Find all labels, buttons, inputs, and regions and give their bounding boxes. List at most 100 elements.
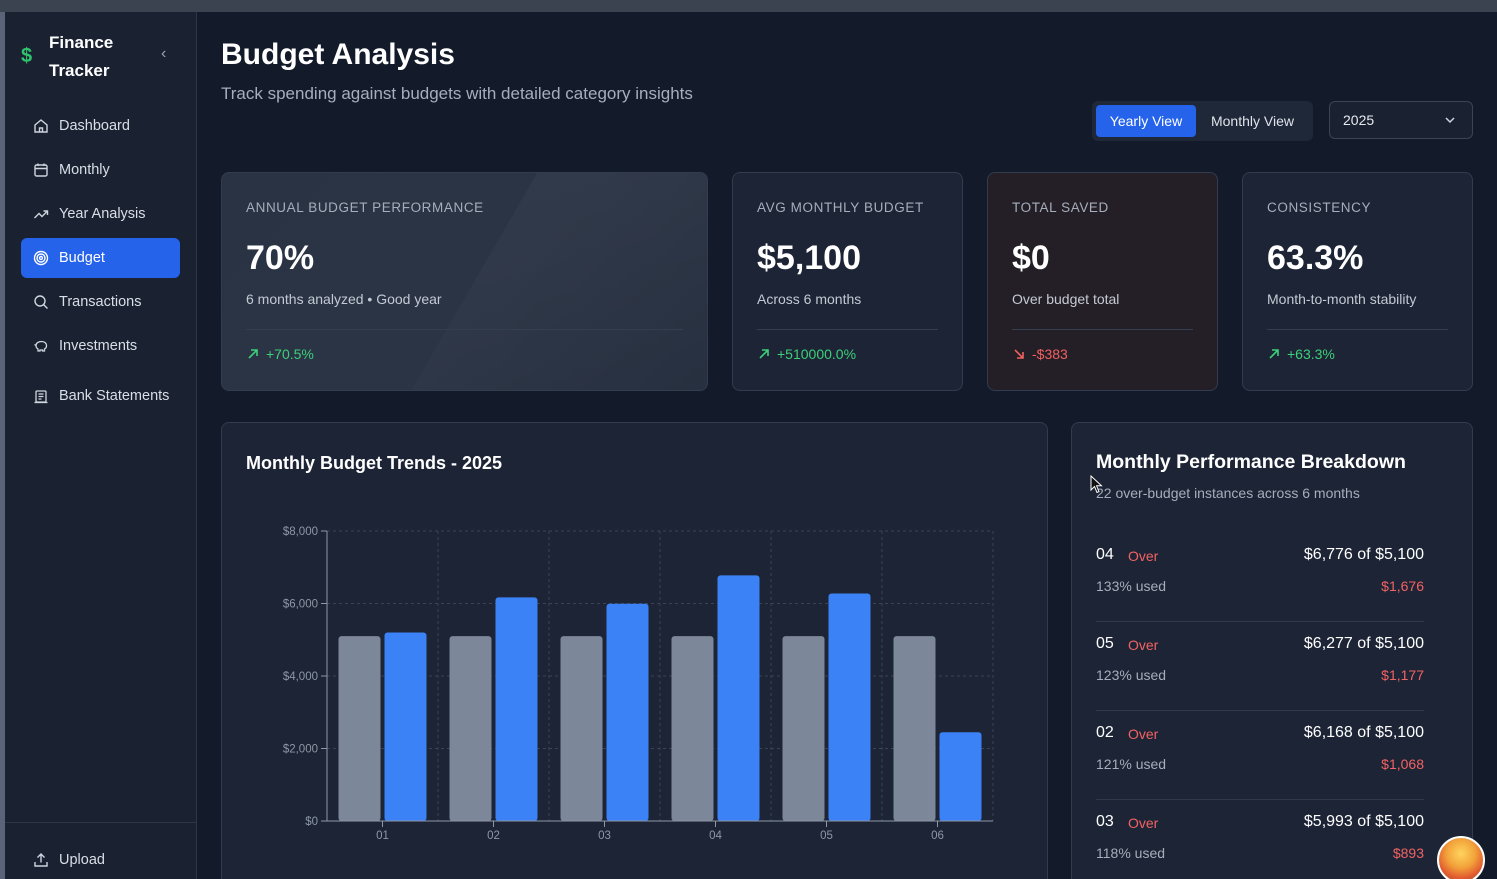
chevron-down-icon [1445, 117, 1455, 124]
sidebar-item-label: Year Analysis [59, 206, 146, 222]
card-divider [1267, 329, 1448, 330]
row-month: 02 [1096, 724, 1114, 741]
bar-series-2-04 [717, 575, 760, 821]
row-month: 05 [1096, 635, 1114, 652]
sidebar-item-investments[interactable]: Investments [21, 326, 180, 366]
row-over-amount: $893 [1392, 845, 1424, 861]
row-month: 04 [1096, 546, 1114, 563]
brand: $ Finance Tracker ‹ [21, 29, 191, 87]
annual-performance-card: Annual Budget Performance 70% 6 months a… [221, 172, 708, 391]
monthly-budget-trends-panel: Monthly Budget Trends - 2025 $0 $2,000 $4,… [221, 422, 1048, 879]
card-trend: +63.3% [1267, 346, 1335, 362]
calendar-icon [34, 163, 48, 177]
assistant-avatar-button[interactable] [1437, 836, 1485, 879]
sidebar-nav: Dashboard Monthly Year Analysis Budget T… [21, 106, 180, 426]
list-item[interactable]: 03 Over $5,993 of $5,100 118% used $893 [1096, 800, 1424, 879]
card-trend-value: +510000.0% [777, 346, 857, 362]
card-trend-value: +70.5% [266, 346, 314, 362]
bar-series-2-06 [939, 732, 982, 821]
home-icon [34, 119, 48, 133]
sidebar-item-upload[interactable]: Upload [21, 840, 180, 879]
year-select[interactable]: 2025 [1329, 101, 1473, 139]
row-amount: $5,993 of $5,100 [1303, 813, 1424, 830]
sidebar-item-year-analysis[interactable]: Year Analysis [21, 194, 180, 234]
card-label: Total Saved [1012, 200, 1109, 215]
card-value: $0 [1012, 239, 1050, 277]
card-subtext: Across 6 months [757, 291, 862, 307]
chart-title: Monthly Budget Trends - 2025 [246, 453, 503, 473]
sidebar: $ Finance Tracker ‹ Dashboard Monthly Ye… [5, 12, 197, 879]
x-tick-label: 04 [709, 830, 722, 842]
arrow-up-right-icon [248, 349, 258, 359]
target-icon [33, 250, 49, 266]
list-item[interactable]: 05 Over $6,277 of $5,100 123% used $1,17… [1096, 622, 1424, 711]
bar-series-1-01 [338, 636, 381, 821]
arrow-down-right-icon [1014, 349, 1024, 359]
card-trend: -$383 [1012, 346, 1068, 362]
piggy-bank-icon [34, 340, 48, 352]
total-saved-card: Total Saved $0 Over budget total -$383 [987, 172, 1218, 391]
upload-icon [34, 853, 48, 867]
card-subtext: Month-to-month stability [1267, 291, 1417, 307]
x-tick-label: 01 [376, 830, 389, 842]
row-percent-used: 121% used [1096, 756, 1167, 772]
row-status: Over [1128, 726, 1159, 742]
app-name: Finance Tracker [49, 33, 114, 80]
card-trend-value: -$383 [1032, 346, 1068, 362]
card-value: 63.3% [1267, 239, 1364, 277]
view-toggle: Yearly View Monthly View [1092, 101, 1313, 141]
row-over-amount: $1,676 [1381, 578, 1424, 594]
arrow-up-right-icon [759, 349, 769, 359]
yearly-view-button[interactable]: Yearly View [1096, 105, 1196, 137]
row-percent-used: 118% used [1096, 845, 1166, 861]
list-item[interactable]: 04 Over $6,776 of $5,100 133% used $1,67… [1096, 533, 1424, 622]
bar-series-1-05 [782, 636, 825, 821]
sidebar-item-transactions[interactable]: Transactions [21, 282, 180, 322]
card-label: Avg Monthly Budget [757, 200, 924, 215]
performance-subtitle: 22 over-budget instances across 6 months [1096, 485, 1360, 501]
row-amount: $6,277 of $5,100 [1303, 635, 1424, 652]
sidebar-item-label: Budget [59, 250, 105, 266]
sidebar-item-label: Upload [59, 852, 105, 868]
sidebar-item-bank-statements[interactable]: Bank Statements [21, 370, 180, 422]
card-value: $5,100 [757, 239, 861, 277]
row-status: Over [1128, 548, 1159, 564]
card-subtext: 6 months analyzed • Good year [246, 291, 442, 307]
sidebar-item-label: Investments [59, 338, 138, 354]
sidebar-item-label: Bank Statements [59, 388, 170, 404]
card-divider [757, 329, 938, 330]
row-percent-used: 123% used [1096, 667, 1167, 683]
row-month: 03 [1096, 813, 1114, 830]
main-content: Budget Analysis Track spending against b… [197, 12, 1497, 879]
sidebar-item-budget[interactable]: Budget [21, 238, 180, 278]
sidebar-item-dashboard[interactable]: Dashboard [21, 106, 180, 146]
avg-monthly-budget-card: Avg Monthly Budget $5,100 Across 6 month… [732, 172, 963, 391]
bar-series-1-04 [671, 636, 714, 821]
bank-icon [34, 390, 48, 404]
trending-up-icon [34, 210, 49, 219]
sidebar-item-monthly[interactable]: Monthly [21, 150, 180, 190]
card-divider [246, 329, 683, 330]
row-percent-used: 133% used [1096, 578, 1167, 594]
card-label: Consistency [1267, 200, 1372, 215]
mouse-cursor-icon [1090, 475, 1103, 494]
card-trend: +70.5% [246, 346, 314, 362]
row-amount: $6,776 of $5,100 [1303, 546, 1424, 563]
list-item[interactable]: 02 Over $6,168 of $5,100 121% used $1,06… [1096, 711, 1424, 800]
search-icon [34, 295, 48, 309]
row-over-amount: $1,068 [1381, 756, 1424, 772]
year-select-value: 2025 [1343, 112, 1375, 128]
card-subtext: Over budget total [1012, 291, 1120, 307]
collapse-sidebar-icon[interactable]: ‹ [161, 45, 166, 63]
page-title: Budget Analysis [221, 38, 455, 71]
x-tick-label: 02 [487, 830, 500, 842]
bar-series-1-02 [449, 636, 492, 821]
row-amount: $6,168 of $5,100 [1303, 724, 1424, 741]
x-tick-label: 06 [931, 830, 944, 842]
row-status: Over [1128, 637, 1159, 653]
card-divider [1012, 329, 1193, 330]
monthly-view-button[interactable]: Monthly View [1196, 105, 1309, 137]
card-trend: +510000.0% [757, 346, 856, 362]
sidebar-item-label: Transactions [59, 294, 142, 310]
bar-series-2-05 [828, 593, 871, 821]
